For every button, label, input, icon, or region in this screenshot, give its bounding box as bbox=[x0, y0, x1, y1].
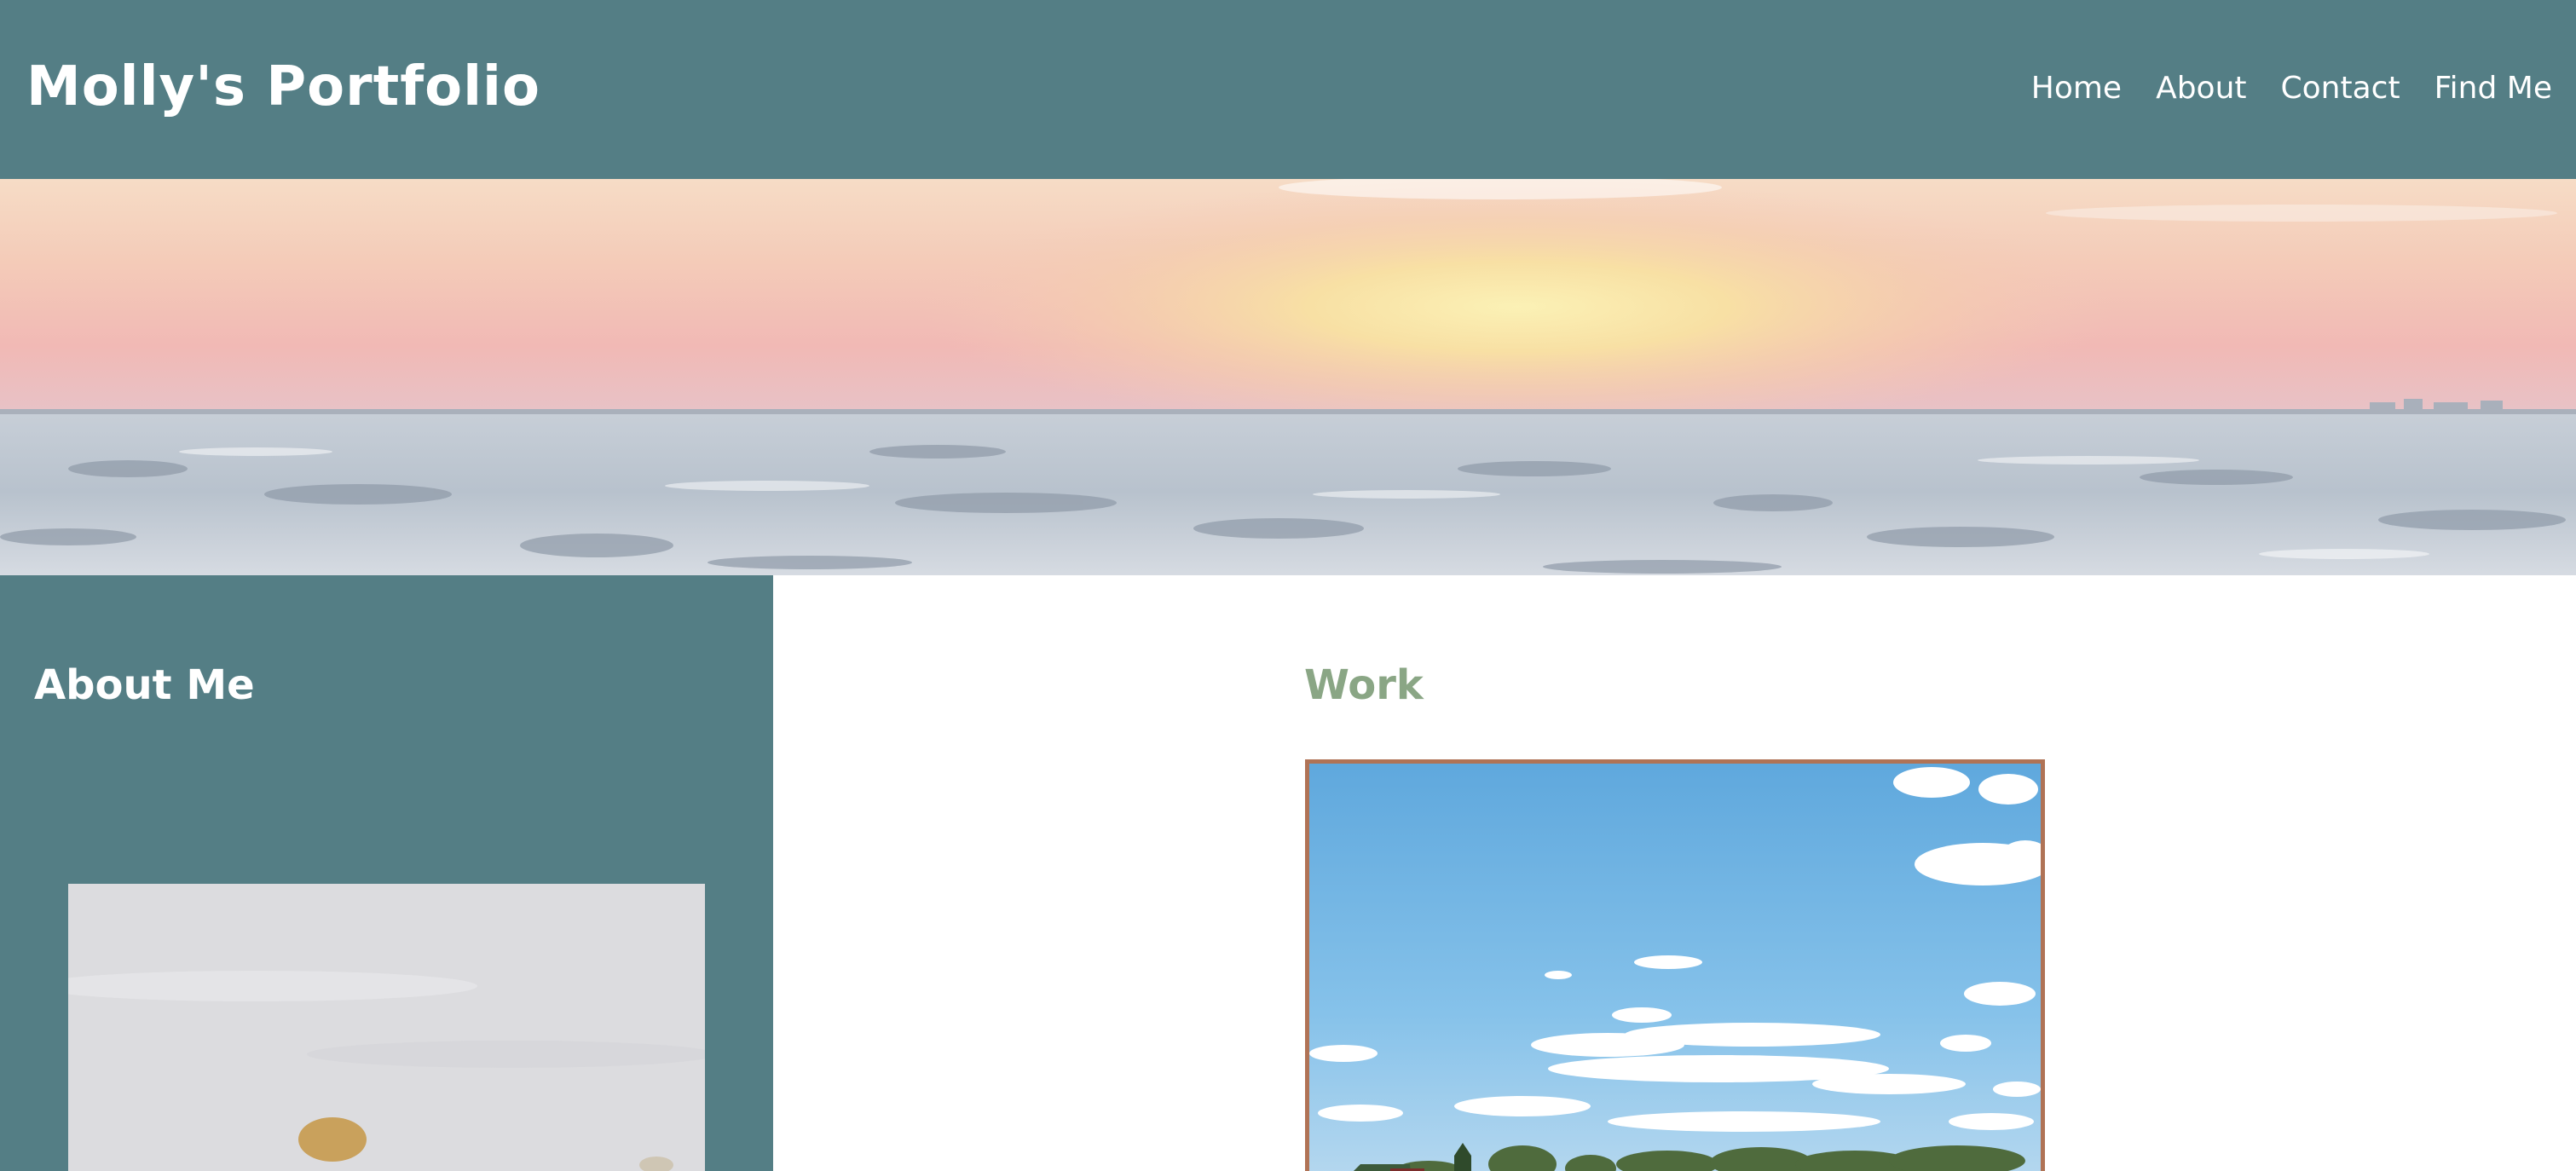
work-heading: Work bbox=[1304, 661, 1424, 709]
about-sidebar: About Me bbox=[0, 575, 773, 1171]
page: Molly's Portfolio Home About Contact Fin… bbox=[0, 0, 2576, 1171]
main-nav: Home About Contact Find Me bbox=[2031, 49, 2552, 126]
profile-photo bbox=[68, 884, 705, 1171]
hero-banner-image bbox=[0, 179, 2576, 575]
work-section: Work bbox=[773, 575, 2576, 1171]
nav-contact-link[interactable]: Contact bbox=[2281, 71, 2400, 106]
nav-about-link[interactable]: About bbox=[2156, 71, 2246, 106]
about-heading: About Me bbox=[34, 661, 255, 709]
nav-home-link[interactable]: Home bbox=[2031, 71, 2122, 106]
site-title: Molly's Portfolio bbox=[26, 55, 540, 118]
nav-find-me-link[interactable]: Find Me bbox=[2434, 71, 2552, 106]
work-photo[interactable] bbox=[1305, 759, 2045, 1171]
site-header: Molly's Portfolio Home About Contact Fin… bbox=[0, 0, 2576, 179]
